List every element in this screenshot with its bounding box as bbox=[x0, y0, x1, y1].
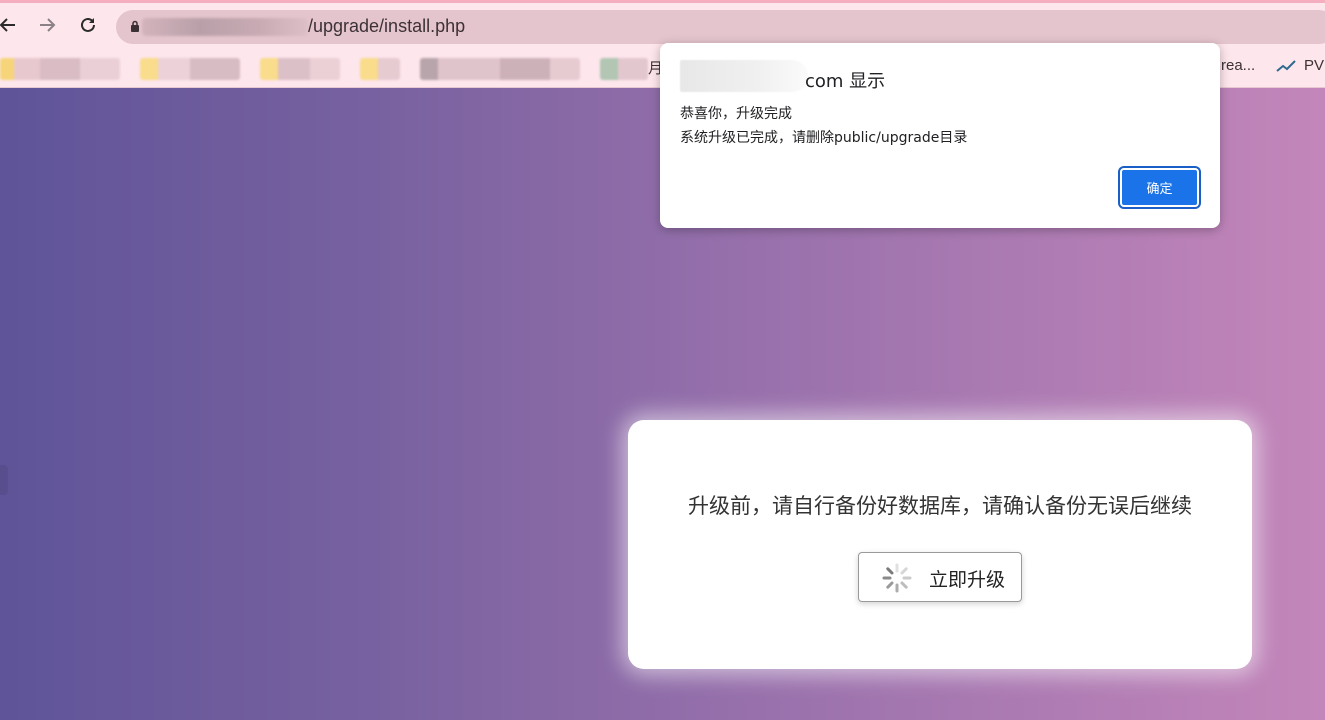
ok-button[interactable]: 确定 bbox=[1120, 168, 1199, 207]
bookmark-item[interactable] bbox=[140, 58, 240, 80]
address-bar[interactable]: /upgrade/install.php bbox=[116, 10, 1325, 44]
bookmark-item[interactable] bbox=[0, 58, 120, 80]
bookmark-item[interactable] bbox=[600, 58, 648, 80]
upgrade-button-label: 立即升级 bbox=[929, 569, 1006, 591]
alert-title: com 显示 bbox=[805, 71, 886, 92]
alert-message-line2: 系统升级已完成，请删除public/upgrade目录 bbox=[680, 130, 968, 146]
back-icon[interactable] bbox=[0, 13, 20, 37]
redacted-host bbox=[142, 18, 308, 36]
bookmark-label: PV bbox=[1304, 57, 1325, 74]
reload-icon[interactable] bbox=[76, 13, 100, 37]
alert-dialog: com 显示 恭喜你，升级完成 系统升级已完成，请删除public/upgrad… bbox=[660, 43, 1220, 228]
alert-message-line1: 恭喜你，升级完成 bbox=[680, 106, 792, 122]
bookmark-item[interactable] bbox=[420, 58, 580, 80]
forward-icon[interactable] bbox=[35, 13, 59, 37]
bookmark-pv[interactable]: PV bbox=[1276, 57, 1324, 74]
upgrade-button[interactable]: 立即升级 bbox=[858, 552, 1022, 602]
bookmark-item[interactable] bbox=[360, 58, 400, 80]
url-path: /upgrade/install.php bbox=[308, 16, 466, 36]
loading-spinner-icon bbox=[882, 563, 912, 593]
trend-icon bbox=[1276, 59, 1296, 72]
bookmark-label[interactable]: rea... bbox=[1221, 57, 1255, 74]
redacted-origin bbox=[680, 60, 808, 92]
browser-toolbar: /upgrade/install.php bbox=[0, 0, 1325, 48]
lock-icon bbox=[131, 20, 139, 32]
side-handle bbox=[0, 465, 8, 495]
backup-notice: 升级前，请自行备份好数据库，请确认备份无误后继续 bbox=[688, 494, 1192, 518]
bookmark-item[interactable] bbox=[260, 58, 340, 80]
upgrade-card: 升级前，请自行备份好数据库，请确认备份无误后继续 立即升级 bbox=[628, 420, 1252, 669]
